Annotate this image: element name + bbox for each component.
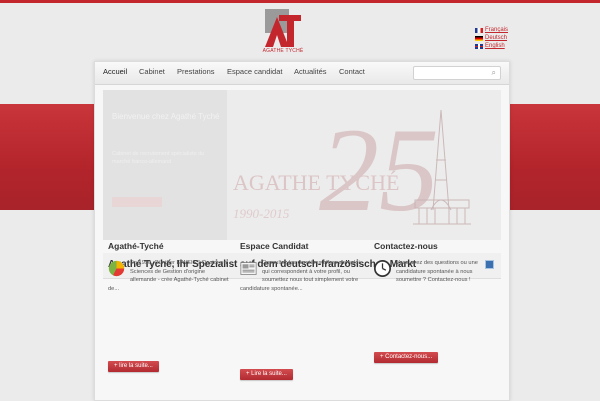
uk-flag-icon <box>475 43 483 49</box>
column-agathe-tyche: Agathé-Tyché En 1990, Günther E.WEISS-Do… <box>108 241 232 293</box>
language-selector: Français Deutsch English <box>475 26 508 50</box>
slide-wordmark: AGATHE TYCHÉ <box>233 170 399 195</box>
column-title: Espace Candidat <box>240 241 309 251</box>
france-flag-icon <box>475 27 483 33</box>
column-text: Vous avez des questions ou une candidatu… <box>396 260 478 283</box>
column-contactez-nous: Contactez-nous Vous avez des questions o… <box>374 241 498 285</box>
read-more-button[interactable]: + lire la suite... <box>108 361 159 372</box>
main-nav: Accueil Cabinet Prestations Espace candi… <box>95 62 509 85</box>
read-more-button[interactable]: + Lire la suite... <box>240 369 293 380</box>
column-body: Consultez les dernières offres d'emploi … <box>240 259 364 293</box>
lang-label: English <box>485 43 505 49</box>
search-icon[interactable]: ⌕ <box>492 68 496 78</box>
column-title: Contactez-nous <box>374 241 438 251</box>
column-espace-candidat: Espace Candidat Consultez les dernières … <box>240 241 364 293</box>
nav-item-accueil[interactable]: Accueil <box>103 62 127 84</box>
slide-button[interactable] <box>112 197 162 207</box>
column-title: Agathé-Tyché <box>108 241 164 251</box>
column-text: En 1990, Günther E.WEISS-Doctor en Scien… <box>108 260 229 292</box>
lang-label: Deutsch <box>485 35 508 41</box>
nav-item-actualites[interactable]: Actualités <box>294 62 327 84</box>
germany-flag-icon <box>475 35 483 41</box>
contact-button[interactable]: + Contactez-nous... <box>374 352 439 363</box>
newspaper-icon <box>240 262 257 275</box>
lang-label: Français <box>485 27 509 33</box>
lang-english-link[interactable]: English <box>475 42 508 50</box>
search-input[interactable]: ⌕ <box>413 66 501 80</box>
main-container: Accueil Cabinet Prestations Espace candi… <box>94 61 510 401</box>
nav-item-contact[interactable]: Contact <box>339 62 365 84</box>
hero-slider[interactable]: Bienvenue chez Agathé Tyché Cabinet de r… <box>103 90 501 240</box>
column-body: En 1990, Günther E.WEISS-Doctor en Scien… <box>108 259 232 293</box>
lang-german-link[interactable]: Deutsch <box>475 34 508 42</box>
slide-title: Bienvenue chez Agathé Tyché <box>112 112 220 121</box>
nav-item-cabinet[interactable]: Cabinet <box>139 62 165 84</box>
slide-text: Cabinet de recrutement spécialiste du ma… <box>112 151 205 165</box>
brand-wordmark: AGATHE TYCHÉ <box>262 48 304 54</box>
anniversary-artwork: 25 AGATHE TYCHÉ 1990-2015 <box>233 103 471 236</box>
column-body: Vous avez des questions ou une candidatu… <box>374 259 498 285</box>
nav-item-prestations[interactable]: Prestations <box>177 62 215 84</box>
pie-chart-icon <box>108 260 125 277</box>
nav-item-espace-candidat[interactable]: Espace candidat <box>227 62 282 84</box>
column-text: Consultez les dernières offres d'emploi … <box>240 260 360 292</box>
slide-years: 1990-2015 <box>233 206 290 221</box>
clock-icon <box>374 260 391 277</box>
top-accent-line <box>0 0 600 3</box>
lang-french-link[interactable]: Français <box>475 26 508 34</box>
slide-caption-panel: Bienvenue chez Agathé Tyché Cabinet de r… <box>103 90 227 240</box>
